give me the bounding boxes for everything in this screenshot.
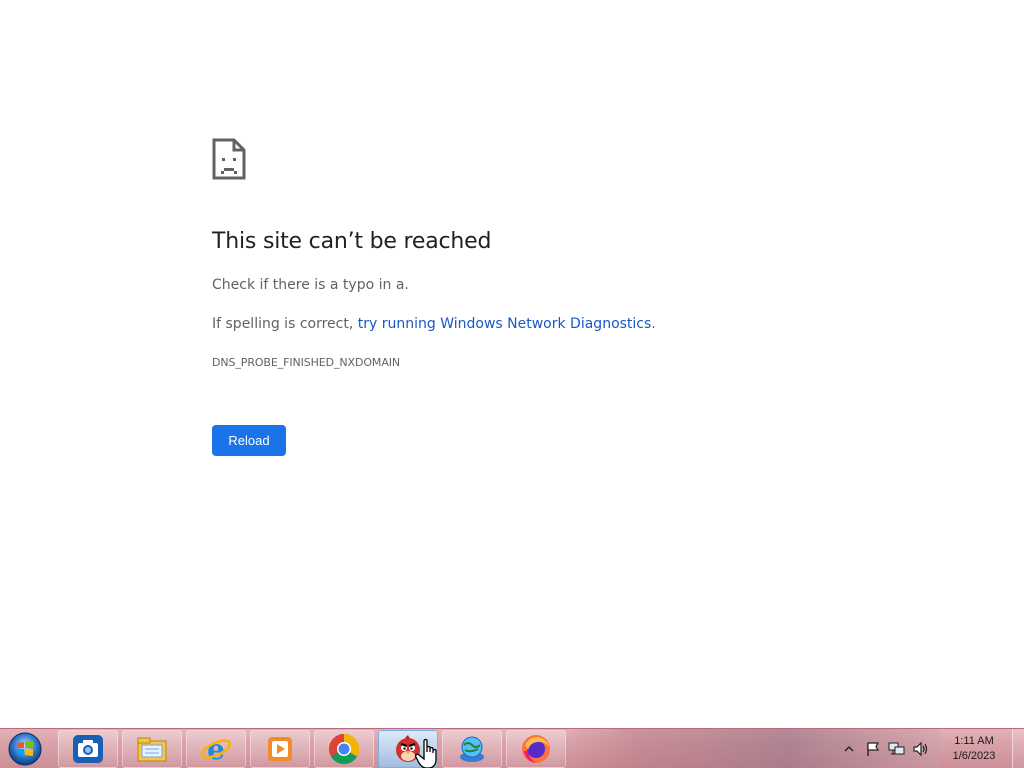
angry-birds-icon: [396, 735, 420, 762]
network-icon: [888, 742, 905, 755]
browser-page: This site can’t be reached Check if ther…: [0, 0, 1024, 728]
media-player-icon: [268, 737, 292, 761]
taskbar-chrome[interactable]: [314, 730, 374, 768]
chrome-icon: [328, 734, 360, 765]
clock-time: 1:11 AM: [954, 735, 994, 747]
network-button[interactable]: [888, 740, 906, 758]
sad-page-icon: [212, 138, 246, 180]
spelling-suffix: .: [651, 316, 656, 332]
volume-button[interactable]: [912, 740, 930, 758]
svg-text:e: e: [207, 733, 225, 765]
diagnostics-hint: If spelling is correct, try running Wind…: [212, 316, 656, 332]
globe-app-icon: [460, 736, 484, 762]
taskbar-globe-app[interactable]: [442, 730, 502, 768]
taskbar: e 1:11 AM 1/6/2023: [0, 728, 1024, 768]
volume-icon: [913, 741, 928, 757]
taskbar-internet-explorer[interactable]: e: [186, 730, 246, 768]
show-hidden-icons-button[interactable]: [840, 740, 858, 758]
reload-button[interactable]: Reload: [212, 425, 286, 456]
error-code: DNS_PROBE_FINISHED_NXDOMAIN: [212, 356, 401, 369]
clock-date: 1/6/2023: [952, 750, 996, 762]
internet-explorer-icon: e: [200, 733, 232, 765]
start-button[interactable]: [6, 731, 44, 767]
taskbar-firefox[interactable]: [506, 730, 566, 768]
show-hidden-icons-icon: [844, 746, 854, 752]
page-title: This site can’t be reached: [212, 229, 492, 254]
system-tray: [840, 729, 930, 768]
taskbar-camera-app[interactable]: [58, 730, 118, 768]
taskbar-media-player[interactable]: [250, 730, 310, 768]
camera-app-icon: [73, 735, 103, 763]
action-center-button[interactable]: [864, 740, 882, 758]
file-explorer-icon: [137, 737, 167, 762]
taskbar-clock[interactable]: 1:11 AM 1/6/2023: [940, 734, 1008, 766]
typo-hint: Check if there is a typo in a.: [212, 277, 409, 293]
show-desktop-button[interactable]: [1012, 729, 1024, 768]
taskbar-angry-birds[interactable]: [378, 730, 438, 768]
taskbar-file-explorer[interactable]: [122, 730, 182, 768]
firefox-icon: [522, 735, 550, 763]
action-center-flag-icon: [867, 742, 880, 756]
spelling-prefix: If spelling is correct,: [212, 316, 358, 332]
windows-start-orb-icon: [8, 732, 42, 766]
network-diagnostics-link[interactable]: try running Windows Network Diagnostics: [358, 316, 652, 332]
